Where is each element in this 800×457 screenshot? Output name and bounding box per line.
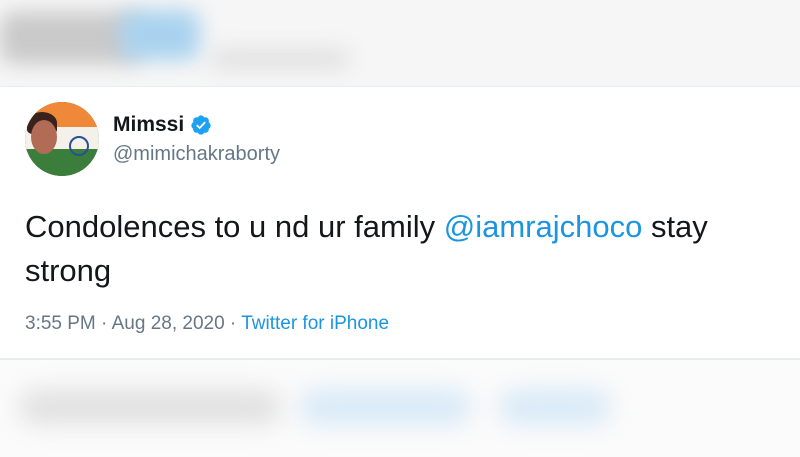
blurred-region <box>20 390 280 424</box>
blurred-region <box>0 12 140 64</box>
tweet-date[interactable]: Aug 28, 2020 <box>112 313 225 334</box>
mention-link[interactable]: @iamrajchoco <box>444 209 643 244</box>
tweet-text: Condolences to u nd ur family @iamrajcho… <box>25 205 785 293</box>
tweet-text-part: Condolences to u nd ur family <box>25 209 444 244</box>
meta-separator: · <box>224 313 242 334</box>
blurred-header <box>0 0 800 86</box>
author-handle[interactable]: @mimichakraborty <box>113 143 280 166</box>
avatar[interactable] <box>25 102 99 176</box>
blurred-region <box>210 48 350 70</box>
blurred-footer <box>0 360 800 457</box>
tweet-time[interactable]: 3:55 PM <box>25 313 96 334</box>
tweet-screenshot: Mimssi @mimichakraborty Condolences to u… <box>0 0 800 457</box>
meta-separator: · <box>95 313 112 334</box>
tweet-metadata: 3:55 PM · Aug 28, 2020 · Twitter for iPh… <box>25 313 389 335</box>
blurred-region <box>500 390 610 424</box>
blurred-region <box>120 10 200 60</box>
blurred-region <box>300 390 470 424</box>
author-name-row: Mimssi <box>113 113 212 137</box>
tweet-card: Mimssi @mimichakraborty Condolences to u… <box>0 87 800 358</box>
verified-badge-icon <box>191 115 211 135</box>
tweet-source-link[interactable]: Twitter for iPhone <box>241 313 389 334</box>
author-display-name[interactable]: Mimssi <box>113 113 184 137</box>
